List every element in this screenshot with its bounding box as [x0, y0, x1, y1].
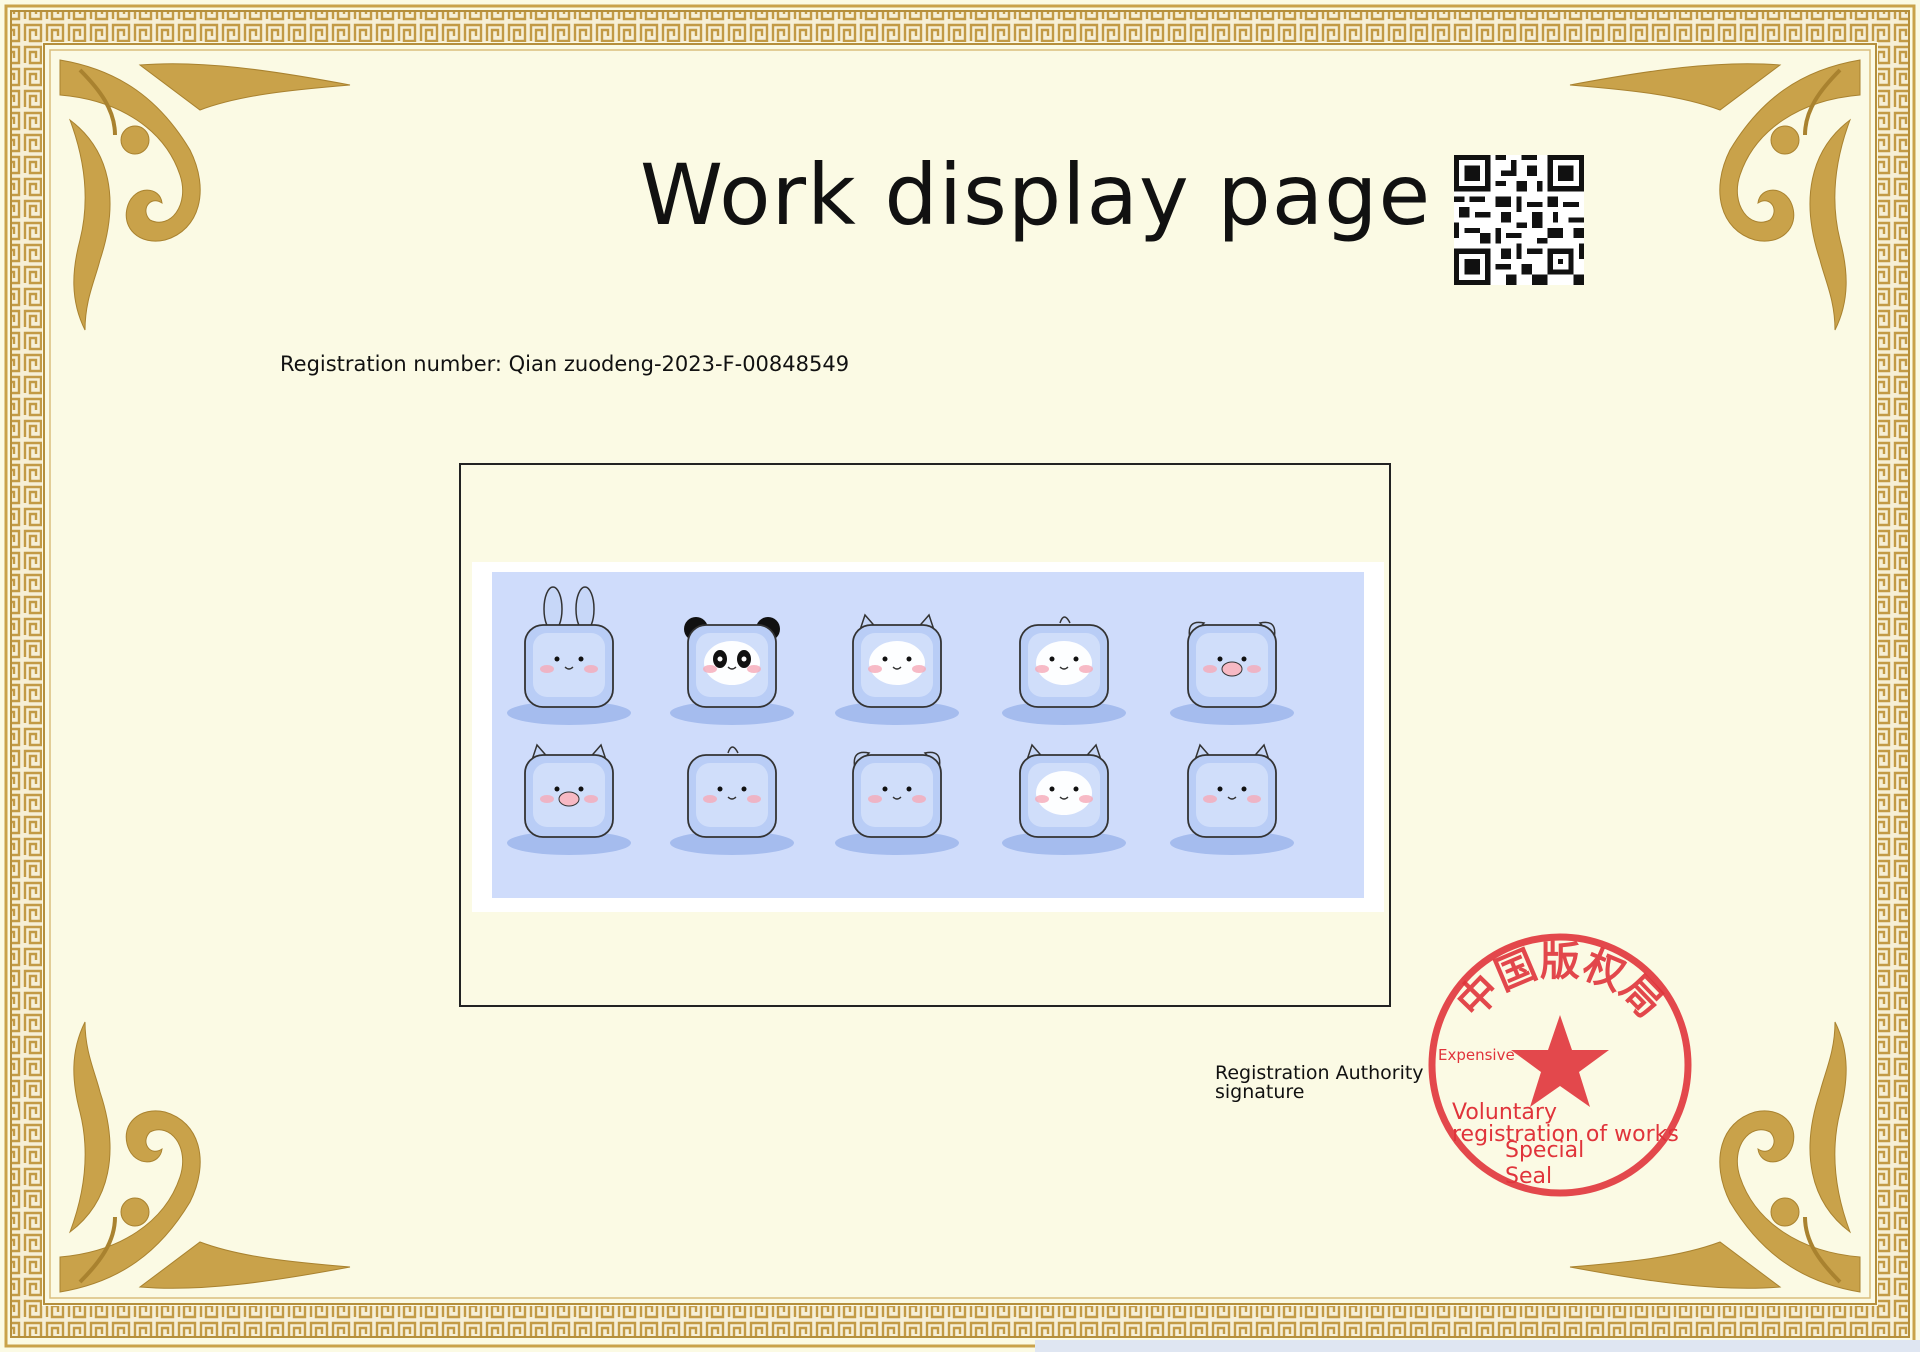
registration-number: Registration number: Qian zuodeng-2023-F… [280, 352, 850, 376]
signature-label-line2: signature [1215, 1081, 1305, 1103]
artwork-image [472, 562, 1384, 912]
signature-label: Registration Authority signature [1215, 1064, 1424, 1102]
page-title: Work display page [640, 146, 1432, 244]
seal-small-text: Expensive [1438, 1046, 1515, 1064]
corner-ornament-top-left [59, 59, 351, 331]
seal-line3: Special [1505, 1138, 1585, 1163]
official-seal: 中国版权局 [1428, 933, 1692, 1197]
certificate-page: Work display page Registration number: Q… [0, 0, 1920, 1352]
dog-bag-icon [835, 751, 959, 855]
qr-code-icon[interactable] [1452, 155, 1586, 285]
svg-text:中国版权局: 中国版权局 [1448, 939, 1671, 1027]
pig-bag-icon [1170, 621, 1294, 725]
seal-line4: Seal [1505, 1164, 1553, 1189]
bottom-strip [1035, 1340, 1920, 1352]
corner-ornament-bottom-left [59, 1021, 351, 1293]
seal-top-text: 中国版权局 [1448, 939, 1671, 1027]
panda-bag-icon [670, 617, 794, 725]
corner-ornament-top-right [1569, 59, 1861, 331]
